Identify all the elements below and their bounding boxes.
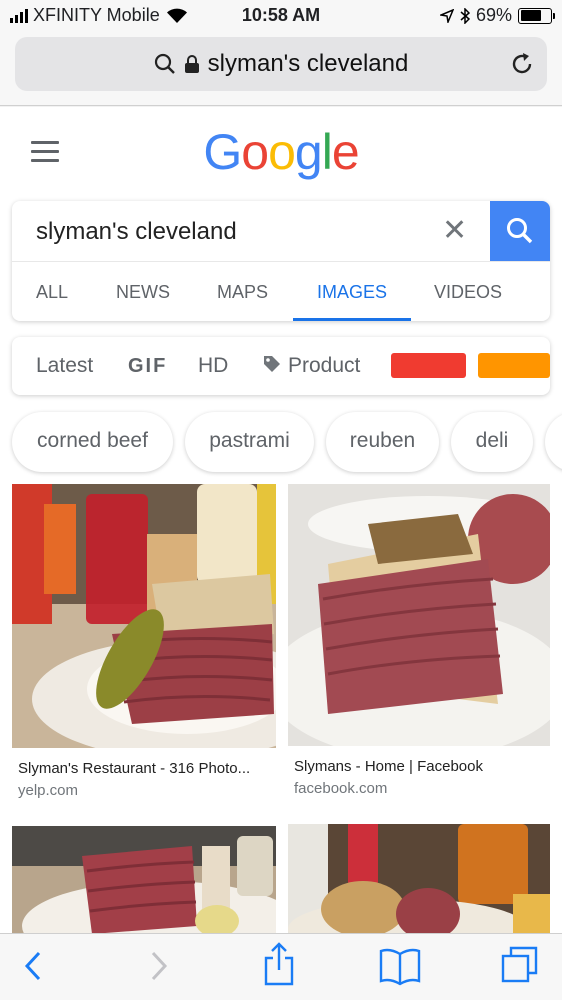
search-input[interactable]: slyman's cleveland: [36, 218, 237, 246]
logo-letter: e: [331, 124, 360, 180]
chip-deli[interactable]: deli: [451, 412, 533, 472]
reload-icon[interactable]: [509, 51, 535, 77]
bluetooth-icon: [460, 7, 470, 24]
result-title: Slyman's Restaurant - 316 Photo...: [18, 760, 251, 777]
filter-bar: Latest GIF HD Product: [12, 337, 550, 395]
filter-product[interactable]: Product: [262, 337, 360, 395]
filter-hd[interactable]: HD: [198, 337, 228, 395]
tabs-icon[interactable]: [500, 944, 540, 984]
search-icon: [507, 218, 533, 244]
address-bar[interactable]: slyman's cleveland: [15, 37, 547, 91]
result-title: Slymans - Home | Facebook: [294, 758, 483, 775]
logo-letter: G: [203, 124, 242, 180]
logo-letter: g: [294, 124, 323, 180]
battery-percent: 69%: [475, 5, 512, 25]
safari-toolbar: [0, 933, 562, 1000]
color-filter-orange[interactable]: [478, 353, 550, 378]
search-icon: [154, 53, 175, 74]
filter-latest[interactable]: Latest: [36, 337, 93, 395]
bookmarks-icon[interactable]: [378, 946, 422, 986]
tab-images[interactable]: IMAGES: [317, 262, 387, 321]
search-card: slyman's cleveland ✕ ALL NEWS MAPS IMAGE…: [12, 201, 550, 321]
back-icon[interactable]: [22, 948, 44, 984]
status-bar: XFINITY Mobile 10:58 AM 69%: [0, 0, 562, 32]
status-right: 69%: [439, 5, 555, 26]
clear-icon[interactable]: ✕: [442, 213, 467, 248]
search-button[interactable]: [490, 201, 550, 261]
forward-icon[interactable]: [148, 948, 170, 984]
chip-pastrami[interactable]: pastrami: [185, 412, 314, 472]
tab-maps[interactable]: MAPS: [217, 262, 268, 321]
logo-letter: l: [321, 124, 333, 180]
url-text: slyman's cleveland: [207, 50, 409, 77]
tab-all[interactable]: ALL: [36, 262, 68, 321]
google-logo[interactable]: Google: [0, 123, 562, 181]
battery-icon: [518, 7, 555, 24]
tag-icon: [264, 356, 280, 372]
related-chips: corned beef pastrami reuben deli: [0, 412, 562, 472]
result-thumbnail: [12, 826, 276, 933]
search-tabs: ALL NEWS MAPS IMAGES VIDEOS: [12, 261, 550, 321]
color-filter-red[interactable]: [391, 353, 466, 378]
image-result[interactable]: Slyman's Restaurant - 316 Photo... yelp.…: [12, 484, 276, 814]
location-icon: [439, 8, 454, 23]
result-thumbnail: [288, 484, 550, 746]
image-result[interactable]: [12, 826, 276, 933]
result-thumbnail: [12, 484, 276, 748]
chip-more[interactable]: [545, 412, 562, 472]
image-result[interactable]: Slymans - Home | Facebook facebook.com: [288, 484, 550, 814]
browser-chrome: slyman's cleveland: [0, 32, 562, 106]
tab-videos[interactable]: VIDEOS: [434, 262, 502, 321]
result-source: facebook.com: [294, 780, 388, 797]
logo-letter: o: [241, 124, 269, 180]
filter-gif[interactable]: GIF: [128, 337, 167, 395]
lock-icon: [184, 55, 199, 73]
chip-reuben[interactable]: reuben: [326, 412, 439, 472]
filter-product-label: Product: [288, 354, 361, 377]
google-page: Google slyman's cleveland ✕ ALL NEWS MAP…: [0, 107, 562, 933]
logo-letter: o: [268, 124, 296, 180]
result-thumbnail: [288, 824, 550, 933]
result-source: yelp.com: [18, 782, 79, 799]
active-tab-indicator: [293, 318, 411, 321]
tab-news[interactable]: NEWS: [116, 262, 170, 321]
chip-corned-beef[interactable]: corned beef: [12, 412, 173, 472]
share-icon[interactable]: [262, 942, 296, 986]
image-result[interactable]: [288, 824, 550, 933]
